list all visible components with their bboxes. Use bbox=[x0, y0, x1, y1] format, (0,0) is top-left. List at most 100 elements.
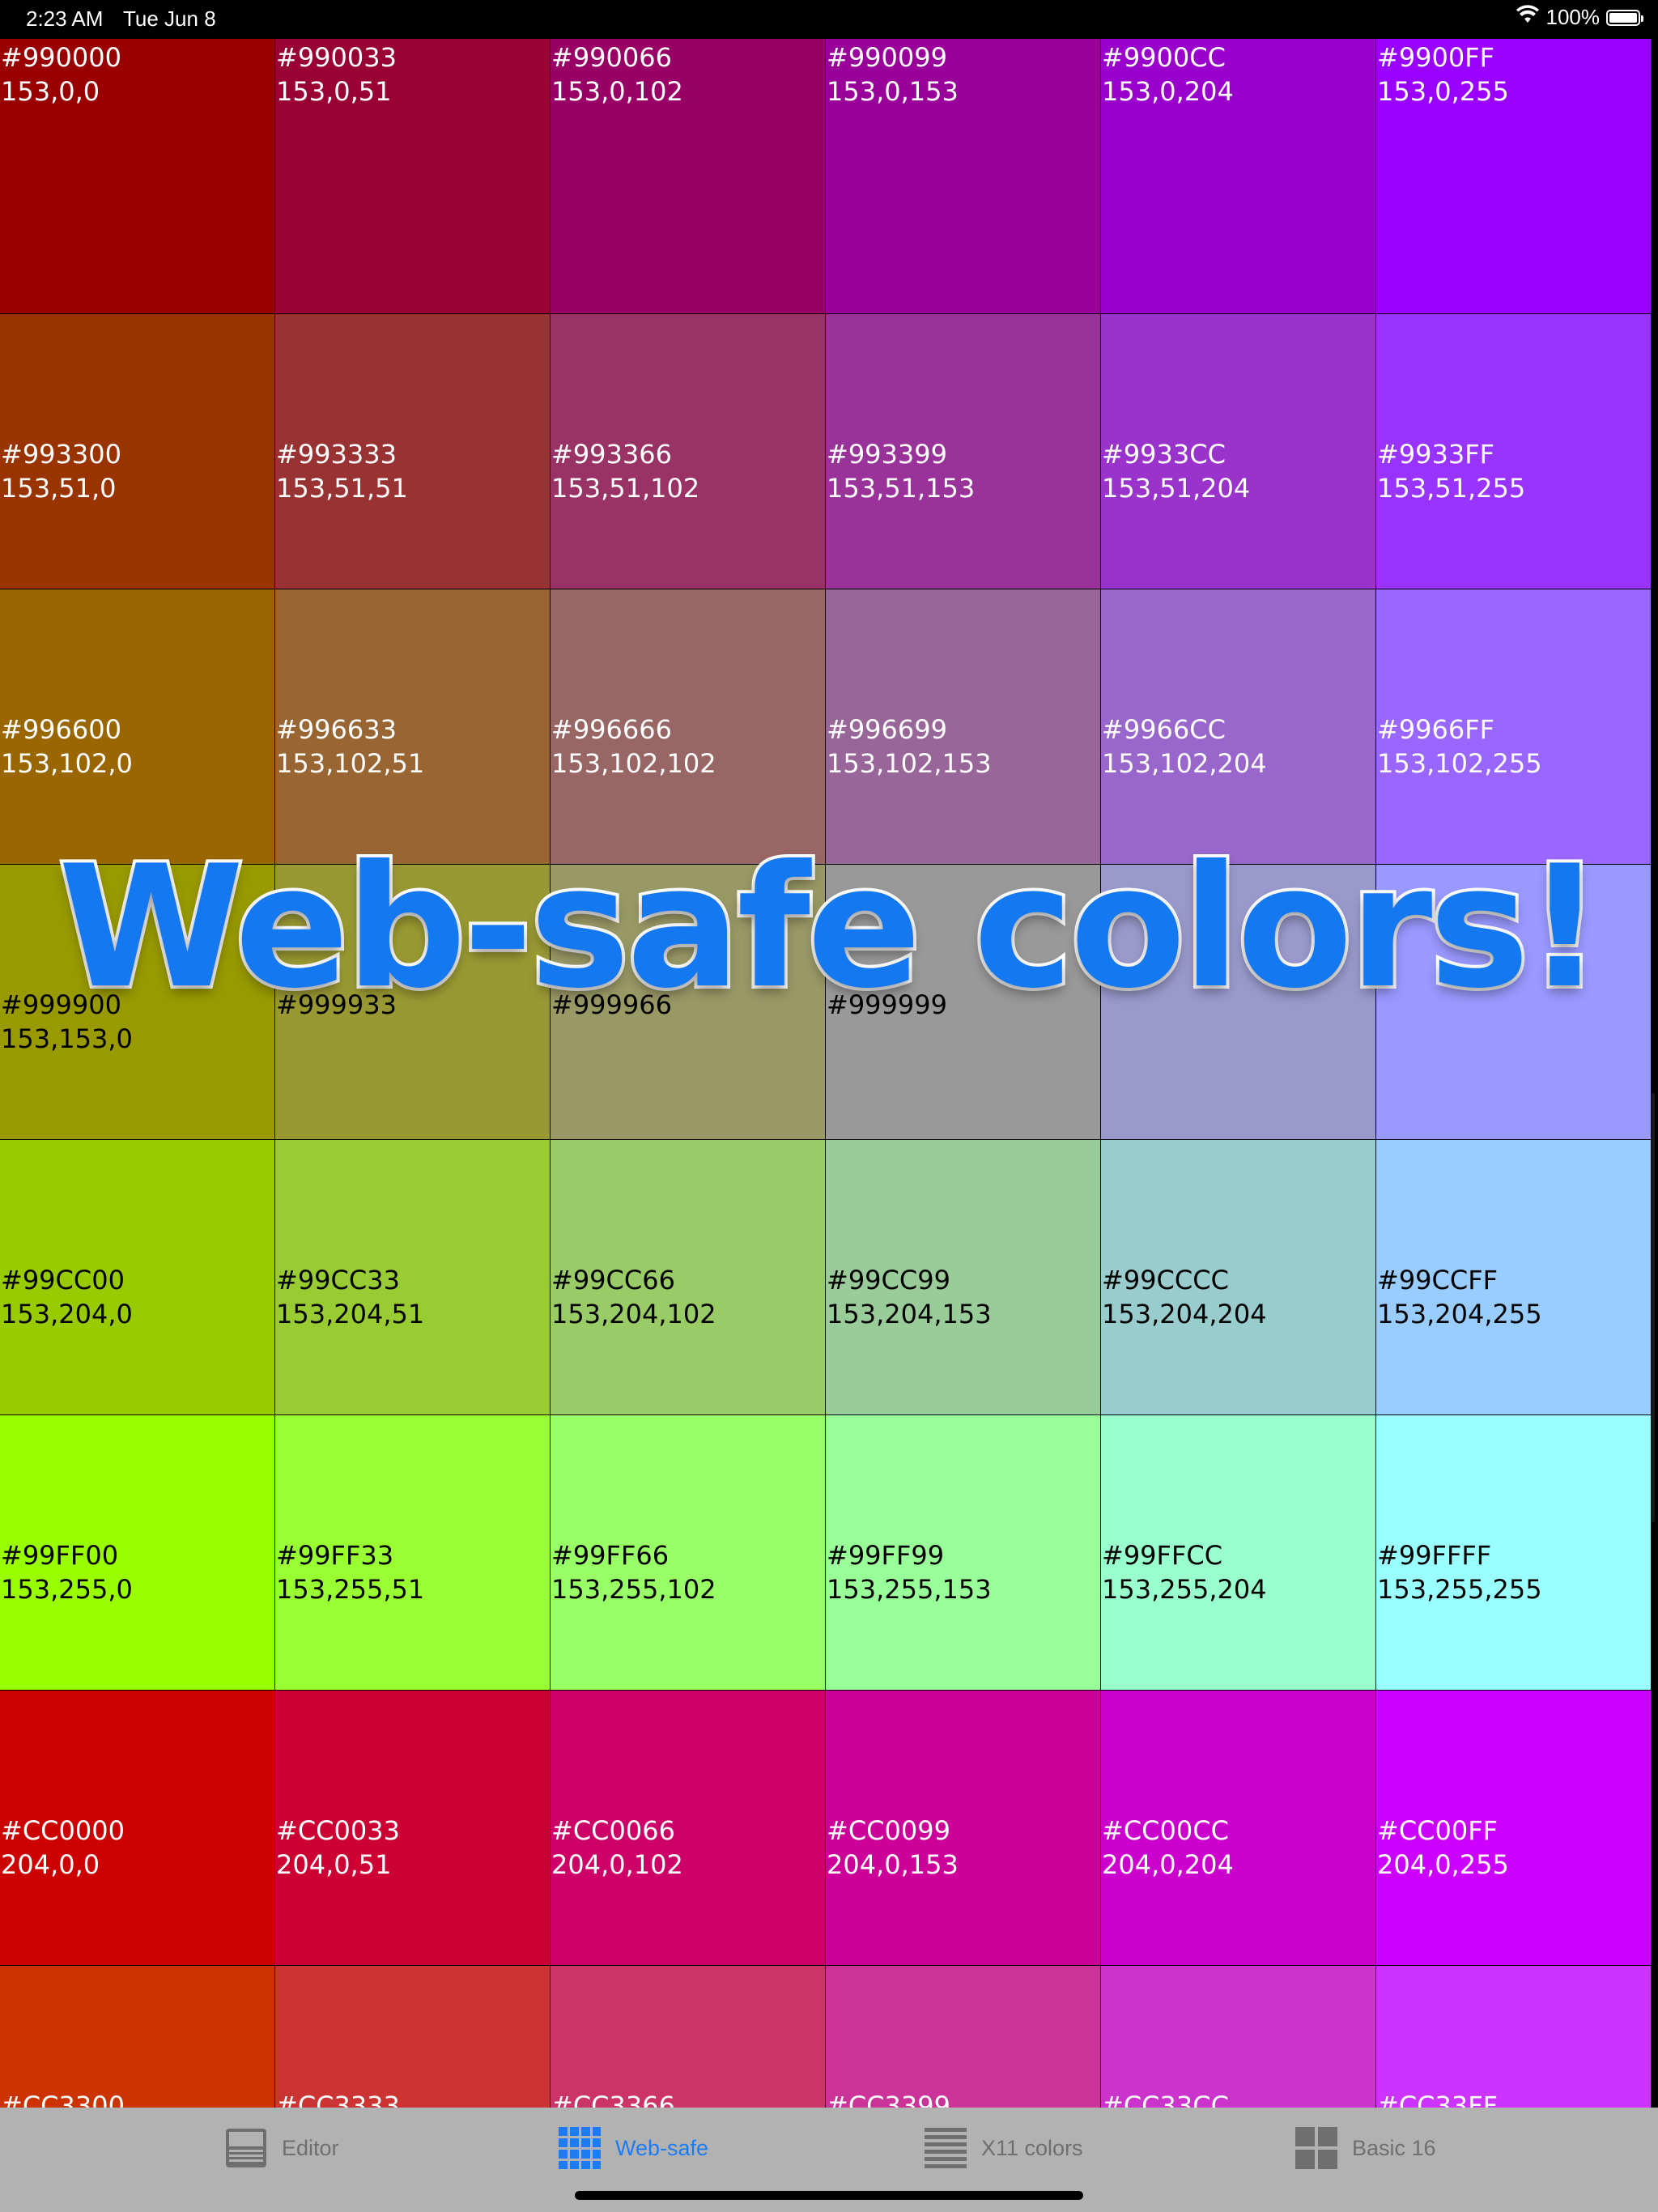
color-swatch[interactable]: #9966FF 153,102,255 bbox=[1376, 589, 1652, 865]
color-swatch[interactable]: #990000 153,0,0 bbox=[0, 39, 275, 314]
swatch-hex-label: #CC0000 bbox=[1, 1815, 125, 1846]
color-swatch[interactable]: #996666 153,102,102 bbox=[551, 589, 826, 865]
color-swatch[interactable]: #99FF99 153,255,153 bbox=[826, 1415, 1101, 1691]
tab-web-safe-label: Web-safe bbox=[615, 2135, 709, 2160]
color-swatch[interactable]: #CC00CC 204,0,204 bbox=[1101, 1691, 1376, 1966]
color-swatch[interactable]: #996600 153,102,0 bbox=[0, 589, 275, 865]
color-swatch[interactable]: #9900FF 153,0,255 bbox=[1376, 39, 1652, 314]
swatch-hex-label: #996699 bbox=[827, 714, 947, 745]
swatch-hex-label: #99CCFF bbox=[1377, 1265, 1499, 1295]
swatch-rgb-label: 153,0,204 bbox=[1102, 76, 1234, 107]
tab-basic-16[interactable]: Basic 16 bbox=[1295, 2108, 1436, 2189]
swatch-hex-label: #996633 bbox=[276, 714, 397, 745]
color-swatch[interactable]: #9966CC 153,102,204 bbox=[1101, 589, 1376, 865]
color-swatch[interactable]: #993333 153,51,51 bbox=[275, 314, 551, 589]
color-swatch[interactable]: #CC33FF204,51,255 bbox=[1376, 1966, 1652, 2108]
color-swatch[interactable]: #CC0000 204,0,0 bbox=[0, 1691, 275, 1966]
swatch-hex-label: #9900FF bbox=[1377, 42, 1495, 73]
swatch-hex-label: #990000 bbox=[1, 42, 121, 73]
swatch-hex-label: #99FF66 bbox=[551, 1540, 670, 1571]
status-indicators: 100% bbox=[1516, 5, 1643, 30]
color-swatch[interactable]: #99CCCC 153,204,204 bbox=[1101, 1140, 1376, 1415]
swatch-rgb-label: 204,0,0 bbox=[1, 1849, 100, 1880]
color-swatch[interactable]: #CC3300204,51,0 bbox=[0, 1966, 275, 2108]
color-swatch[interactable]: #99CC99 153,204,153 bbox=[826, 1140, 1101, 1415]
color-swatch[interactable]: #99CCFF 153,204,255 bbox=[1376, 1140, 1652, 1415]
tab-basic-16-label: Basic 16 bbox=[1352, 2135, 1436, 2160]
swatch-hex-label: #CC3300 bbox=[1, 2091, 125, 2108]
swatch-hex-label: #990099 bbox=[827, 42, 947, 73]
swatch-hex-label: #CC00CC bbox=[1102, 1815, 1229, 1846]
color-swatch[interactable]: #996633 153,102,51 bbox=[275, 589, 551, 865]
tab-editor[interactable]: Editor bbox=[225, 2108, 339, 2189]
tab-x11-colors[interactable]: X11 colors bbox=[925, 2108, 1083, 2189]
swatch-rgb-label: 153,51,102 bbox=[551, 473, 700, 504]
swatch-rgb-label: 153,102,102 bbox=[551, 748, 716, 779]
swatch-hex-label: #CC33FF bbox=[1377, 2091, 1499, 2108]
swatch-rgb-label: 153,51,51 bbox=[276, 473, 408, 504]
tab-web-safe[interactable]: Web-safe bbox=[559, 2108, 708, 2189]
swatch-rgb-label: 153,204,0 bbox=[1, 1299, 133, 1329]
swatch-hex-label: #CC3333 bbox=[276, 2091, 400, 2108]
swatch-rgb-label: 153,0,102 bbox=[551, 76, 683, 107]
swatch-rgb-label: 153,51,153 bbox=[827, 473, 976, 504]
color-swatch[interactable]: #CC3399204,51,153 bbox=[826, 1966, 1101, 2108]
swatch-hex-label: #99FF00 bbox=[1, 1540, 119, 1571]
color-swatch[interactable]: #9933CC 153,51,204 bbox=[1101, 314, 1376, 589]
color-swatch[interactable]: #99CC33 153,204,51 bbox=[275, 1140, 551, 1415]
color-swatch[interactable]: #99FFCC 153,255,204 bbox=[1101, 1415, 1376, 1691]
swatch-rgb-label: 153,0,0 bbox=[1, 76, 100, 107]
color-swatch[interactable]: #CC00FF 204,0,255 bbox=[1376, 1691, 1652, 1966]
color-swatch[interactable]: #993399 153,51,153 bbox=[826, 314, 1101, 589]
color-swatch[interactable]: #9933FF 153,51,255 bbox=[1376, 314, 1652, 589]
swatch-rgb-label: 153,51,0 bbox=[1, 473, 117, 504]
color-swatch[interactable]: #99CC00 153,204,0 bbox=[0, 1140, 275, 1415]
swatch-rgb-label: 153,0,255 bbox=[1377, 76, 1509, 107]
color-swatch[interactable]: #CC0066 204,0,102 bbox=[551, 1691, 826, 1966]
list-icon bbox=[925, 2127, 967, 2169]
color-swatch[interactable]: #CC3333204,51,51 bbox=[275, 1966, 551, 2108]
color-swatch[interactable]: #993300 153,51,0 bbox=[0, 314, 275, 589]
color-swatch[interactable]: #990099 153,0,153 bbox=[826, 39, 1101, 314]
swatch-hex-label: #996666 bbox=[551, 714, 672, 745]
color-swatch[interactable]: #99CC66 153,204,102 bbox=[551, 1140, 826, 1415]
wifi-icon bbox=[1516, 5, 1540, 30]
color-swatch[interactable]: #990066 153,0,102 bbox=[551, 39, 826, 314]
swatch-rgb-label: 153,204,204 bbox=[1102, 1299, 1267, 1329]
swatch-rgb-label: 153,204,255 bbox=[1377, 1299, 1542, 1329]
color-swatch[interactable]: #996699 153,102,153 bbox=[826, 589, 1101, 865]
swatch-hex-label: #99CCCC bbox=[1102, 1265, 1229, 1295]
swatch-rgb-label: 153,0,51 bbox=[276, 76, 392, 107]
scroll-indicator[interactable] bbox=[1652, 1093, 1655, 1522]
swatch-hex-label: #9966FF bbox=[1377, 714, 1495, 745]
swatch-rgb-label: 153,51,255 bbox=[1377, 473, 1526, 504]
color-swatch[interactable]: #99FFFF 153,255,255 bbox=[1376, 1415, 1652, 1691]
color-swatch[interactable]: #CC0033 204,0,51 bbox=[275, 1691, 551, 1966]
color-swatch[interactable]: #993366 153,51,102 bbox=[551, 314, 826, 589]
swatch-rgb-label: 153,51,204 bbox=[1102, 473, 1251, 504]
color-swatch[interactable]: #CC33CC204,51,204 bbox=[1101, 1966, 1376, 2108]
swatch-hex-label: #9966CC bbox=[1102, 714, 1226, 745]
battery-percent: 100% bbox=[1545, 5, 1601, 29]
swatch-rgb-label: 204,0,255 bbox=[1377, 1849, 1509, 1880]
tab-editor-label: Editor bbox=[282, 2135, 339, 2160]
color-swatch[interactable]: #990033 153,0,51 bbox=[275, 39, 551, 314]
swatch-rgb-label: 153,255,51 bbox=[276, 1574, 425, 1605]
swatch-rgb-label: 153,255,102 bbox=[551, 1574, 716, 1605]
color-swatch[interactable]: #CC3366204,51,102 bbox=[551, 1966, 826, 2108]
swatch-hex-label: #99CC00 bbox=[1, 1265, 125, 1295]
color-swatch[interactable]: #99FF66 153,255,102 bbox=[551, 1415, 826, 1691]
color-swatch[interactable]: #99FF33 153,255,51 bbox=[275, 1415, 551, 1691]
swatch-hex-label: #990033 bbox=[276, 42, 397, 73]
web-safe-swatch-grid[interactable]: #990000 153,0,0 #990033 153,0,51 #990066 153,… bbox=[0, 39, 1652, 2108]
swatch-hex-label: #99FF33 bbox=[276, 1540, 394, 1571]
color-swatch[interactable]: #99FF00 153,255,0 bbox=[0, 1415, 275, 1691]
swatch-hex-label: #990066 bbox=[551, 42, 672, 73]
swatch-hex-label: #99CC66 bbox=[551, 1265, 675, 1295]
swatch-hex-label: #CC0066 bbox=[551, 1815, 675, 1846]
swatch-rgb-label: 153,102,0 bbox=[1, 748, 133, 779]
swatch-hex-label: #CC33CC bbox=[1102, 2091, 1229, 2108]
color-swatch[interactable]: #CC0099 204,0,153 bbox=[826, 1691, 1101, 1966]
color-swatch[interactable]: #9900CC 153,0,204 bbox=[1101, 39, 1376, 314]
swatch-hex-label: #99FFFF bbox=[1377, 1540, 1492, 1571]
